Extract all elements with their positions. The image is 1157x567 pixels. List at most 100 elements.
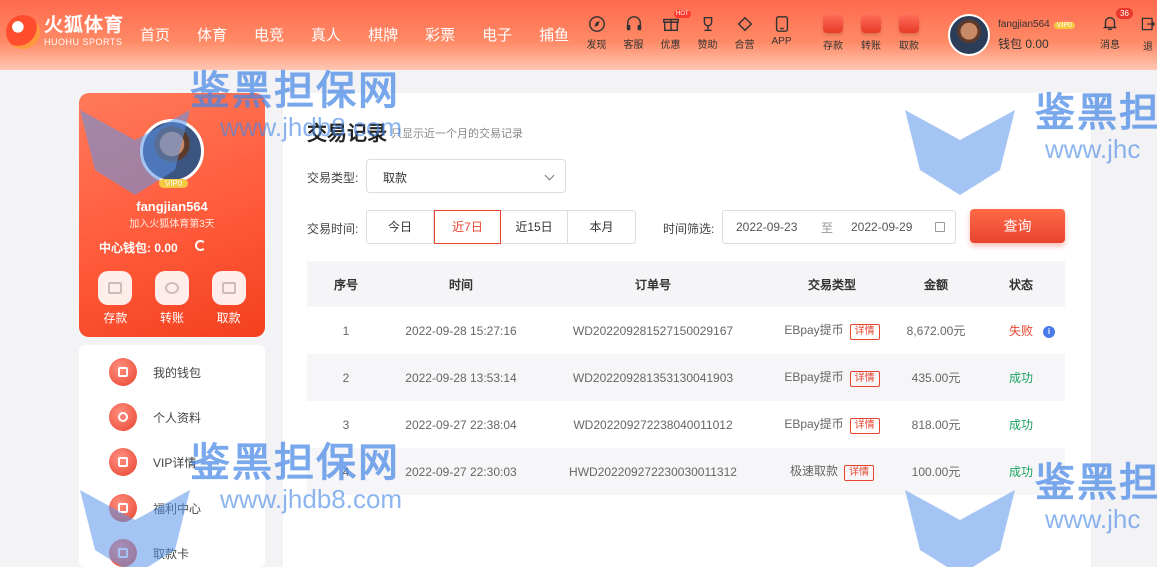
- menu-item-vip[interactable]: VIP详情: [109, 448, 196, 476]
- header-withdraw-button[interactable]: 取款: [890, 15, 928, 52]
- nav-fishing[interactable]: 捕鱼: [539, 24, 569, 45]
- messages-button[interactable]: 36 消息: [1100, 8, 1133, 51]
- type-label: 交易类型:: [307, 171, 359, 185]
- center-wallet: 中心钱包: 0.00: [99, 241, 178, 255]
- nav-esports[interactable]: 电竞: [254, 24, 284, 45]
- menu-item-wallet[interactable]: 我的钱包: [109, 358, 201, 386]
- detail-button[interactable]: 详情: [849, 324, 880, 340]
- col-amount: 金额: [895, 261, 977, 307]
- tool-promo[interactable]: HOT 优惠: [652, 10, 691, 51]
- tool-partner[interactable]: 合营: [726, 15, 763, 51]
- nav-sports[interactable]: 体育: [197, 24, 227, 45]
- status-badge: 成功: [977, 354, 1065, 401]
- top-bar: 火狐体育 HUOHU SPORTS 首页 体育 电竞 真人 棋牌 彩票 电子 捕…: [0, 0, 1157, 70]
- time-label: 交易时间:: [307, 222, 359, 236]
- detail-button[interactable]: 详情: [849, 418, 880, 434]
- page-subtitle: 只显示近一个月的交易记录: [391, 128, 523, 140]
- money-tools: 存款 转账 取款: [814, 15, 928, 52]
- menu-item-profile[interactable]: 个人资料: [109, 403, 201, 431]
- nav-lottery[interactable]: 彩票: [425, 24, 455, 45]
- username: fangjian564: [998, 18, 1050, 30]
- transfer-button[interactable]: 转账: [154, 271, 189, 326]
- profile-avatar[interactable]: [140, 119, 204, 183]
- header-tools: 发现 客服 HOT 优惠 赞助 合营 APP: [578, 10, 800, 51]
- user-icon: [109, 403, 137, 431]
- main-nav: 首页 体育 电竞 真人 棋牌 彩票 电子 捕鱼: [140, 24, 596, 45]
- table-row: 4 2022-09-27 22:30:03 HWD202209272230030…: [307, 448, 1065, 495]
- transaction-table: 序号 时间 订单号 交易类型 金额 状态 1 2022-09-28 15:27:…: [307, 261, 1065, 495]
- date-range-picker[interactable]: 2022-09-23 至 2022-09-29: [722, 210, 956, 244]
- nav-slots[interactable]: 电子: [482, 24, 512, 45]
- page-title: 交易记录: [307, 123, 387, 145]
- brand-name: 火狐体育: [44, 15, 125, 36]
- withdraw-button[interactable]: 取款: [211, 271, 246, 326]
- date-to-word: 至: [821, 220, 834, 235]
- col-order: 订单号: [537, 261, 769, 307]
- query-button[interactable]: 查询: [970, 209, 1065, 243]
- detail-button[interactable]: 详情: [844, 465, 874, 481]
- table-header: 序号 时间 订单号 交易类型 金额 状态: [307, 261, 1065, 307]
- header-transfer-button[interactable]: 转账: [852, 15, 890, 52]
- tab-month[interactable]: 本月: [568, 211, 635, 243]
- col-time: 时间: [385, 261, 537, 307]
- side-menu: 我的钱包 个人资料 VIP详情 福利中心 取款卡: [79, 345, 265, 567]
- status-badge: 成功: [1008, 418, 1033, 432]
- nav-live[interactable]: 真人: [311, 24, 341, 45]
- tool-service[interactable]: 客服: [615, 15, 652, 51]
- chevron-down-icon: [544, 170, 555, 181]
- col-status: 状态: [977, 261, 1065, 307]
- table-row: 1 2022-09-28 15:27:16 WD2022092815271500…: [307, 307, 1065, 354]
- gift-icon: [109, 494, 137, 522]
- nav-chess[interactable]: 棋牌: [368, 24, 398, 45]
- transfer-icon: [154, 271, 189, 305]
- message-count-badge: 36: [1116, 8, 1133, 19]
- tab-today[interactable]: 今日: [367, 211, 434, 243]
- trophy-icon: [703, 16, 712, 32]
- col-type: 交易类型: [769, 261, 895, 307]
- type-select-value: 取款: [383, 171, 408, 185]
- user-info[interactable]: fangjian564 VIP0 钱包 0.00: [948, 14, 1075, 56]
- profile-vip-badge: VIP0: [159, 179, 189, 188]
- vip-badge: VIP0: [1053, 21, 1075, 29]
- deposit-button[interactable]: 存款: [98, 271, 133, 326]
- transfer-icon: [861, 15, 881, 33]
- logout-icon: [1141, 17, 1156, 31]
- profile-actions: 存款 转账 取款: [79, 271, 265, 326]
- menu-item-bank-card[interactable]: 取款卡: [109, 539, 189, 567]
- date-to[interactable]: 2022-09-29: [851, 220, 912, 234]
- withdraw-icon: [899, 15, 919, 33]
- status-badge: 成功: [977, 448, 1065, 495]
- tab-15days[interactable]: 近15日: [501, 211, 568, 243]
- brand-logo[interactable]: 火狐体育 HUOHU SPORTS: [6, 10, 126, 54]
- calendar-icon: [935, 222, 945, 232]
- logout-button[interactable]: 退: [1140, 16, 1156, 53]
- card-icon: [109, 539, 137, 567]
- table-row: 2 2022-09-28 13:53:14 WD2022092813531300…: [307, 354, 1065, 401]
- deposit-icon: [823, 15, 843, 33]
- wallet-icon: [109, 358, 137, 386]
- tablet-icon: [775, 16, 788, 32]
- tab-7days[interactable]: 近7日: [434, 210, 501, 244]
- profile-username: fangjian564: [136, 199, 208, 214]
- header-wallet: 钱包 0.00: [998, 36, 1049, 51]
- nav-home[interactable]: 首页: [140, 24, 170, 45]
- date-from[interactable]: 2022-09-23: [736, 220, 797, 234]
- filter-label: 时间筛选:: [663, 222, 715, 236]
- refresh-icon[interactable]: [195, 240, 206, 251]
- info-icon[interactable]: i: [1043, 326, 1055, 338]
- avatar[interactable]: [948, 14, 990, 56]
- type-select[interactable]: 取款: [366, 159, 566, 193]
- tool-discover[interactable]: 发现: [578, 15, 615, 51]
- headset-icon: [626, 16, 641, 31]
- tool-sponsor[interactable]: 赞助: [689, 15, 726, 51]
- diamond-icon: [737, 16, 752, 32]
- detail-button[interactable]: 详情: [849, 371, 880, 387]
- col-no: 序号: [307, 261, 385, 307]
- time-range-tabs: 今日 近7日 近15日 本月: [366, 210, 636, 244]
- menu-item-welfare[interactable]: 福利中心: [109, 494, 201, 522]
- table-row: 3 2022-09-27 22:38:04 WD2022092722380400…: [307, 401, 1065, 448]
- brand-name-en: HUOHU SPORTS: [44, 37, 123, 47]
- tool-app[interactable]: APP: [763, 15, 800, 51]
- profile-card: VIP0 fangjian564 加入火狐体育第3天 中心钱包: 0.00 存款…: [79, 93, 265, 337]
- header-deposit-button[interactable]: 存款: [814, 15, 852, 52]
